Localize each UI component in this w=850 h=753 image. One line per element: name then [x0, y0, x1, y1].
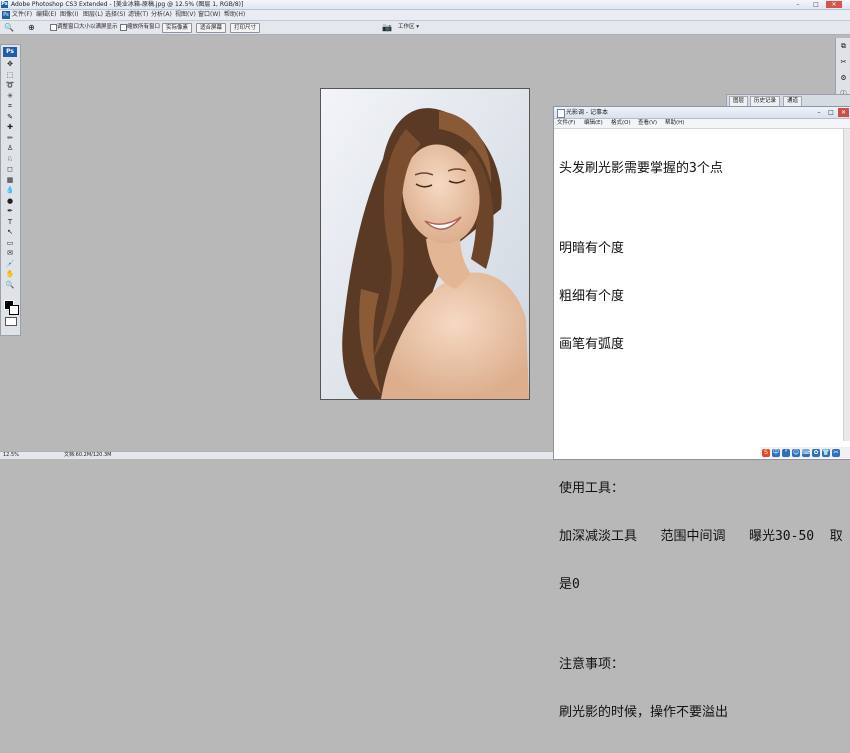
- notepad-scrollbar[interactable]: [843, 129, 850, 441]
- text-line: 刷光影的时候，操作不要溢出: [559, 705, 729, 720]
- tools-icon[interactable]: ✂: [832, 449, 840, 457]
- resize-windows-checkbox[interactable]: [50, 24, 57, 31]
- ime-icon[interactable]: S: [762, 449, 770, 457]
- actions-icon[interactable]: ⚙: [839, 74, 848, 83]
- pen-tool-icon[interactable]: ✒: [4, 207, 16, 215]
- text-line: 使用工具：: [559, 481, 625, 496]
- shirt-icon[interactable]: 👕: [822, 449, 830, 457]
- text-line: 加深减淡工具 范围中间调 曝光30-50 取: [559, 529, 843, 544]
- menu-help[interactable]: 帮助(H): [224, 10, 245, 20]
- menu-window[interactable]: 窗口(W): [198, 10, 221, 20]
- chinese-mode-icon[interactable]: 中: [772, 449, 780, 457]
- type-tool-icon[interactable]: T: [4, 218, 16, 226]
- notepad-menu-edit[interactable]: 编辑(E): [584, 119, 603, 128]
- text-line: 画笔有弧度: [559, 337, 625, 352]
- title-bar: Ps Adobe Photoshop CS3 Extended - [美业冰箱-…: [0, 0, 850, 10]
- actual-pixels-button[interactable]: 实际像素: [162, 23, 193, 33]
- notepad-menu-file[interactable]: 文件(F): [557, 119, 575, 128]
- eraser-tool-icon[interactable]: ◻: [4, 165, 16, 173]
- quick-mask-icon[interactable]: [5, 317, 17, 326]
- notepad-minimize-button[interactable]: –: [814, 108, 824, 117]
- options-bar: 🔍 ⊕ 调整窗口大小以满屏显示 缩放所有窗口 实际像素 适合屏幕 打印尺寸 📷 …: [0, 21, 850, 35]
- eyedropper-tool-icon[interactable]: 💉: [4, 260, 16, 268]
- system-tray: S 中 ° ☺ ⌨ ✿ 👕 ✂: [760, 447, 850, 458]
- history-brush-tool-icon[interactable]: ♘: [4, 155, 16, 163]
- notepad-menu-view[interactable]: 查看(V): [638, 119, 657, 128]
- menu-filter[interactable]: 滤镜(T): [128, 10, 148, 20]
- punctuation-icon[interactable]: °: [782, 449, 790, 457]
- ps-menu-icon[interactable]: Ps: [2, 11, 10, 19]
- menu-analysis[interactable]: 分析(A): [151, 10, 172, 20]
- toolbox: Ps ✥ ⬚ ➰ ✳ ⌗ ✎ ✚ ✏ ♙ ♘ ◻ ▦ 💧 ● ✒ T ↖ ▭ ✉ 💉 ✋ 🔍: [0, 44, 21, 336]
- minimize-button[interactable]: –: [790, 1, 806, 8]
- camera-icon[interactable]: 📷: [382, 23, 394, 32]
- menu-edit[interactable]: 编辑(E): [36, 10, 56, 20]
- notepad-menu-help[interactable]: 帮助(H): [665, 119, 684, 128]
- crop-tool-icon[interactable]: ⌗: [4, 102, 16, 110]
- marquee-tool-icon[interactable]: ⬚: [4, 71, 16, 79]
- navigator-icon[interactable]: ⧉: [839, 42, 848, 51]
- close-button[interactable]: ✕: [826, 1, 842, 8]
- brushes-icon[interactable]: ✂: [839, 58, 848, 67]
- shape-tool-icon[interactable]: ▭: [4, 239, 16, 247]
- menu-view[interactable]: 视图(V): [175, 10, 196, 20]
- notepad-menu-bar: 文件(F) 编辑(E) 格式(O) 查看(V) 帮助(H): [554, 119, 850, 129]
- blur-tool-icon[interactable]: 💧: [4, 186, 16, 194]
- menu-image[interactable]: 图像(I): [60, 10, 78, 20]
- notepad-title-bar: 光影调 - 记事本 – □ ✕: [554, 107, 850, 119]
- path-selection-tool-icon[interactable]: ↖: [4, 228, 16, 236]
- notepad-window: 光影调 - 记事本 – □ ✕ 文件(F) 编辑(E) 格式(O) 查看(V) …: [553, 106, 850, 720]
- healing-brush-tool-icon[interactable]: ✚: [4, 123, 16, 131]
- menu-layer[interactable]: 图层(L): [83, 10, 103, 20]
- photoshop-logo-icon: Ps: [1, 1, 8, 8]
- lasso-tool-icon[interactable]: ➰: [4, 81, 16, 89]
- background-color-swatch[interactable]: [9, 305, 19, 315]
- text-line: 注意事项：: [559, 657, 625, 672]
- maximize-button[interactable]: □: [808, 1, 824, 8]
- magic-wand-tool-icon[interactable]: ✳: [4, 92, 16, 100]
- text-line: 粗细有个度: [559, 289, 625, 304]
- menu-file[interactable]: 文件(F): [12, 10, 32, 20]
- zoom-all-label: 缩放所有窗口: [127, 24, 161, 30]
- menu-bar: Ps 文件(F) 编辑(E) 图像(I) 图层(L) 选择(S) 滤镜(T) 分…: [0, 10, 850, 21]
- notepad-close-button[interactable]: ✕: [838, 108, 849, 117]
- notes-tool-icon[interactable]: ✉: [4, 249, 16, 257]
- text-line: 是0: [559, 577, 580, 592]
- notepad-menu-format[interactable]: 格式(O): [611, 119, 631, 128]
- dodge-tool-icon[interactable]: ●: [4, 197, 16, 205]
- skin-icon[interactable]: ✿: [812, 449, 820, 457]
- zoom-tool-icon[interactable]: 🔍: [4, 281, 16, 289]
- document-canvas[interactable]: [320, 88, 530, 400]
- ps-logo-icon: Ps: [3, 47, 17, 57]
- zoom-tool-icon[interactable]: 🔍: [4, 23, 18, 32]
- text-line: 明暗有个度: [559, 241, 625, 256]
- notepad-maximize-button[interactable]: □: [826, 108, 836, 117]
- slice-tool-icon[interactable]: ✎: [4, 113, 16, 121]
- workspace-dropdown[interactable]: 工作区 ▾: [398, 22, 419, 33]
- portrait-photo: [321, 89, 529, 399]
- text-line: 头发刷光影需要掌握的3个点: [559, 161, 723, 176]
- zoom-in-icon[interactable]: ⊕: [28, 23, 44, 32]
- notepad-icon: [557, 109, 565, 118]
- menu-select[interactable]: 选择(S): [105, 10, 126, 20]
- clone-stamp-tool-icon[interactable]: ♙: [4, 144, 16, 152]
- brush-tool-icon[interactable]: ✏: [4, 134, 16, 142]
- zoom-all-checkbox[interactable]: [120, 24, 127, 31]
- fit-screen-button[interactable]: 适合屏幕: [196, 23, 227, 33]
- emoji-icon[interactable]: ☺: [792, 449, 800, 457]
- move-tool-icon[interactable]: ✥: [4, 60, 16, 68]
- notepad-text-area[interactable]: 头发刷光影需要掌握的3个点 明暗有个度 粗细有个度 画笔有弧度 使用工具： 加深…: [559, 129, 849, 753]
- resize-windows-label: 调整窗口大小以满屏显示: [57, 24, 118, 30]
- notepad-title: 光影调 - 记事本: [566, 109, 608, 116]
- keyboard-icon[interactable]: ⌨: [802, 449, 811, 457]
- gradient-tool-icon[interactable]: ▦: [4, 176, 16, 184]
- print-size-button[interactable]: 打印尺寸: [230, 23, 261, 33]
- hand-tool-icon[interactable]: ✋: [4, 270, 16, 278]
- window-title: Adobe Photoshop CS3 Extended - [美业冰箱-原稿.…: [11, 1, 244, 8]
